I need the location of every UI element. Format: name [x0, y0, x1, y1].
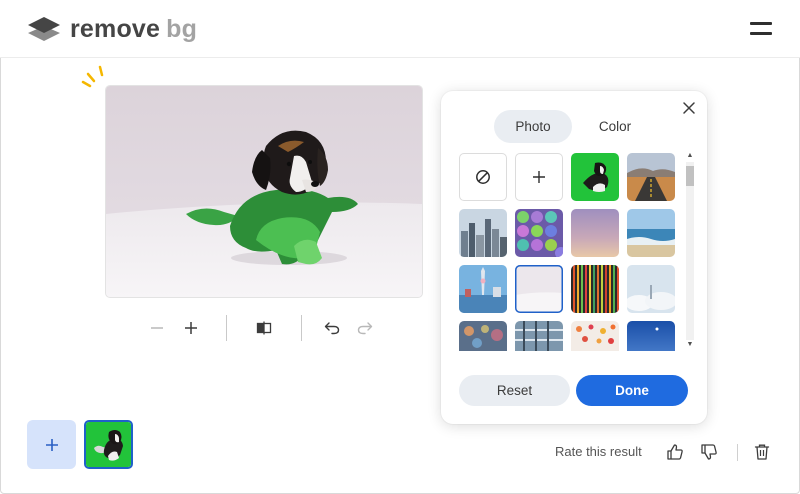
background-tile-city-skyline[interactable]: [459, 209, 507, 257]
add-background-tile[interactable]: [515, 153, 563, 201]
hamburger-menu-icon[interactable]: [750, 20, 774, 38]
background-tile-grid: [458, 152, 676, 351]
redo-button[interactable]: [354, 318, 376, 338]
undo-button[interactable]: [321, 318, 343, 338]
background-tile-blue-sky[interactable]: [627, 321, 675, 351]
background-tile-white-studio[interactable]: [515, 265, 563, 313]
logo-layers-icon: [28, 17, 60, 41]
image-thumbnail[interactable]: [84, 420, 133, 469]
no-background-tile[interactable]: [459, 153, 507, 201]
header: remove bg: [0, 0, 800, 58]
background-tile-desert-road[interactable]: [627, 153, 675, 201]
toolbar-divider: [301, 315, 302, 341]
sparkle-icon: [81, 65, 104, 88]
logo[interactable]: remove bg: [27, 14, 197, 44]
result-canvas[interactable]: [106, 86, 422, 297]
scroll-up-arrow-icon[interactable]: ▲: [686, 152, 694, 160]
compare-split-icon: [256, 321, 272, 335]
rate-result-label: Rate this result: [555, 444, 642, 459]
tab-color[interactable]: Color: [578, 110, 652, 143]
undo-icon: [324, 322, 340, 335]
background-tile-beach[interactable]: [627, 209, 675, 257]
compare-button[interactable]: [253, 318, 275, 338]
background-tile-harbor-tower[interactable]: [459, 265, 507, 313]
thumbs-up-icon[interactable]: [665, 442, 685, 462]
background-tile-bokeh[interactable]: [459, 321, 507, 351]
redo-icon: [357, 322, 373, 335]
background-tile-clouds[interactable]: [627, 265, 675, 313]
scroll-down-arrow-icon[interactable]: ▼: [686, 341, 694, 349]
background-tile-purple-sky[interactable]: [571, 209, 619, 257]
zoom-in-button[interactable]: [180, 318, 202, 338]
add-image-button[interactable]: [27, 420, 76, 469]
thumbs-down-icon[interactable]: [699, 442, 719, 462]
background-tile-petals[interactable]: [571, 321, 619, 351]
tile-grid-scrollbar[interactable]: ▲ ▼: [684, 152, 696, 351]
tab-photo[interactable]: Photo: [494, 110, 572, 143]
result-image: [106, 86, 422, 297]
plus-icon: [185, 322, 197, 334]
plus-icon: [45, 438, 58, 451]
scrollbar-thumb[interactable]: [686, 166, 694, 186]
close-icon[interactable]: [681, 100, 697, 116]
plus-icon: [533, 171, 545, 183]
thumbnail-image: [86, 422, 131, 467]
background-tile-colorful-balls[interactable]: [515, 209, 563, 257]
no-background-icon: [476, 170, 490, 184]
logo-text: remove bg: [70, 14, 197, 44]
background-tile-stripes[interactable]: [571, 265, 619, 313]
done-button[interactable]: Done: [576, 375, 688, 406]
rate-divider: [737, 444, 738, 461]
background-tile-glass-building[interactable]: [515, 321, 563, 351]
trash-icon[interactable]: [752, 442, 772, 462]
background-tile-puppy-green[interactable]: [571, 153, 619, 201]
logo-word-remove: remove: [70, 15, 161, 43]
toolbar-divider: [226, 315, 227, 341]
zoom-out-button[interactable]: [146, 318, 168, 338]
minus-icon: [151, 327, 163, 329]
logo-word-bg: bg: [166, 15, 198, 43]
reset-button[interactable]: Reset: [459, 375, 570, 406]
